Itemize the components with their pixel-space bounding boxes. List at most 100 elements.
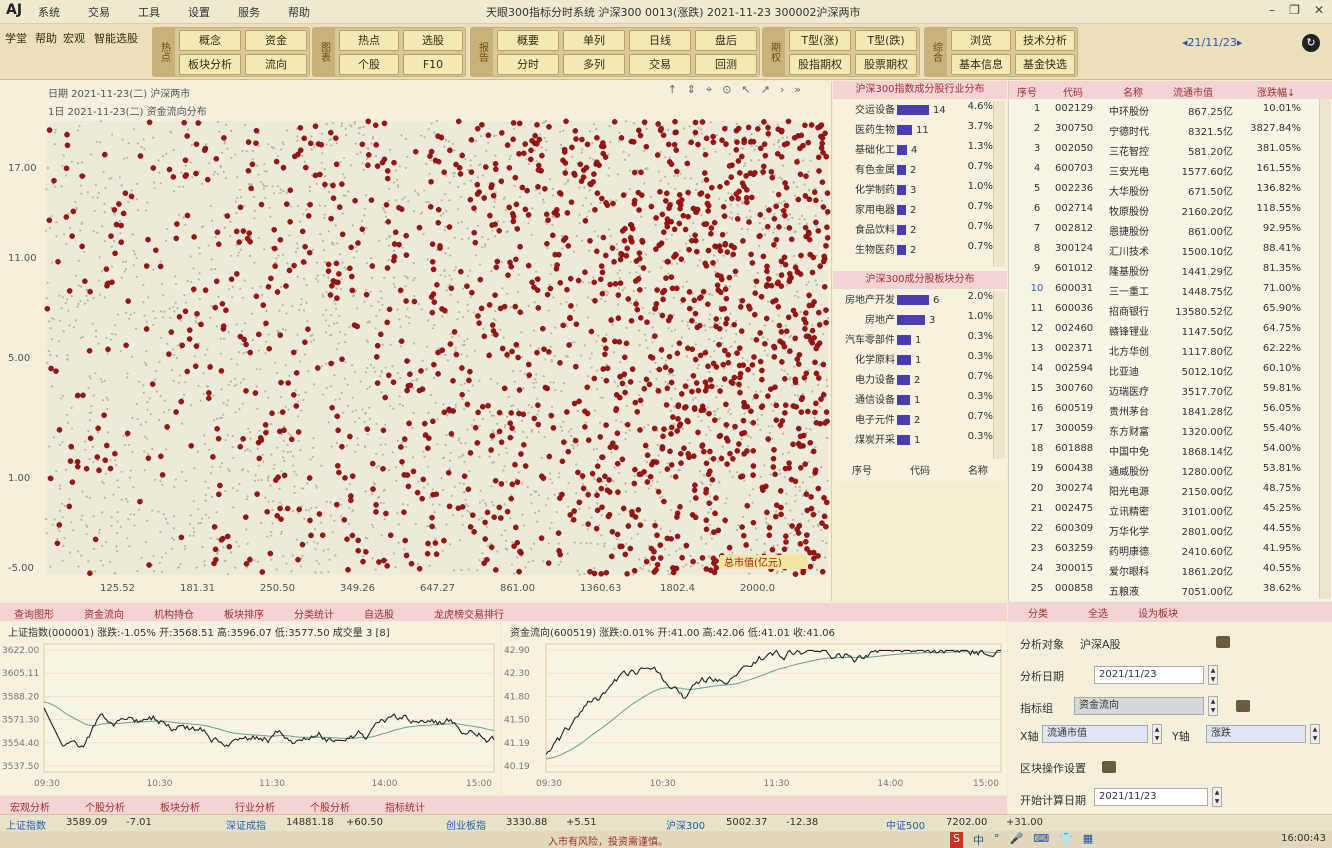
- data-dot[interactable]: [599, 504, 605, 511]
- data-dot[interactable]: [505, 272, 511, 278]
- stock-mini-chart[interactable]: 资金流向(600519) 涨跌:0.01% 开:41.00 高:42.06 低:…: [502, 622, 1007, 794]
- data-dot[interactable]: [698, 190, 705, 196]
- industry-scrollbar-2[interactable]: [993, 291, 1005, 459]
- data-dot[interactable]: [554, 212, 561, 218]
- data-dot[interactable]: [92, 536, 99, 543]
- data-dot[interactable]: [778, 511, 784, 518]
- data-dot[interactable]: [405, 483, 412, 490]
- data-dot[interactable]: [672, 129, 679, 136]
- data-dot[interactable]: [816, 321, 823, 328]
- data-dot[interactable]: [720, 204, 727, 210]
- data-dot[interactable]: [664, 220, 670, 227]
- data-dot[interactable]: [46, 127, 53, 133]
- data-dot[interactable]: [710, 360, 717, 367]
- data-dot[interactable]: [728, 174, 735, 180]
- data-dot[interactable]: [195, 120, 201, 126]
- data-dot[interactable]: [414, 489, 421, 496]
- data-dot[interactable]: [723, 295, 730, 302]
- data-dot[interactable]: [339, 356, 345, 363]
- data-dot[interactable]: [243, 388, 249, 394]
- data-dot[interactable]: [384, 168, 391, 174]
- data-dot[interactable]: [800, 569, 806, 576]
- data-dot[interactable]: [753, 393, 759, 400]
- data-dot[interactable]: [429, 309, 436, 316]
- data-dot[interactable]: [471, 528, 477, 535]
- data-dot[interactable]: [651, 425, 658, 432]
- data-dot[interactable]: [506, 204, 513, 211]
- data-dot[interactable]: [290, 392, 297, 398]
- data-dot[interactable]: [718, 455, 725, 462]
- data-dot[interactable]: [385, 218, 392, 225]
- toolbar-button-4-0[interactable]: 浏览: [951, 30, 1011, 51]
- data-dot[interactable]: [468, 137, 475, 143]
- data-dot[interactable]: [694, 206, 701, 213]
- data-dot[interactable]: [773, 203, 780, 210]
- data-dot[interactable]: [327, 129, 334, 136]
- data-dot[interactable]: [592, 207, 598, 213]
- data-dot[interactable]: [118, 222, 124, 229]
- data-dot[interactable]: [682, 383, 689, 389]
- data-dot[interactable]: [166, 166, 173, 173]
- data-dot[interactable]: [732, 268, 739, 275]
- data-dot[interactable]: [713, 564, 720, 571]
- x-axis-spinner[interactable]: ▲ ▼: [1152, 724, 1162, 744]
- data-dot[interactable]: [382, 394, 389, 401]
- data-dot[interactable]: [306, 475, 313, 481]
- data-dot[interactable]: [599, 195, 605, 202]
- col-pct[interactable]: 涨跌幅↓: [1257, 84, 1295, 99]
- data-dot[interactable]: [622, 354, 628, 361]
- data-dot[interactable]: [332, 135, 339, 141]
- data-dot[interactable]: [363, 549, 369, 555]
- data-dot[interactable]: [597, 434, 604, 440]
- data-dot[interactable]: [598, 263, 605, 269]
- data-dot[interactable]: [673, 147, 680, 153]
- data-dot[interactable]: [695, 387, 702, 394]
- data-dot[interactable]: [610, 200, 616, 207]
- data-dot[interactable]: [699, 443, 705, 449]
- ticker-name[interactable]: 中证500: [886, 817, 925, 832]
- data-dot[interactable]: [821, 513, 828, 520]
- bottom-tab-5[interactable]: 自选股: [364, 606, 394, 621]
- data-dot[interactable]: [63, 165, 70, 172]
- data-dot[interactable]: [649, 461, 655, 468]
- data-dot[interactable]: [286, 267, 293, 274]
- data-dot[interactable]: [803, 310, 809, 316]
- data-dot[interactable]: [820, 361, 827, 368]
- ime-icon-0[interactable]: S: [950, 832, 963, 848]
- data-dot[interactable]: [300, 259, 307, 265]
- data-dot[interactable]: [757, 358, 764, 365]
- data-dot[interactable]: [821, 253, 828, 260]
- ime-icon-1[interactable]: 中: [973, 832, 984, 848]
- data-dot[interactable]: [677, 205, 683, 212]
- data-dot[interactable]: [469, 512, 476, 519]
- data-dot[interactable]: [568, 199, 575, 205]
- data-dot[interactable]: [86, 347, 93, 354]
- data-dot[interactable]: [66, 288, 73, 294]
- data-dot[interactable]: [516, 151, 522, 157]
- data-dot[interactable]: [481, 333, 488, 340]
- data-dot[interactable]: [461, 473, 468, 480]
- data-dot[interactable]: [571, 400, 578, 407]
- data-dot[interactable]: [745, 124, 752, 131]
- data-dot[interactable]: [433, 491, 440, 498]
- data-dot[interactable]: [181, 119, 187, 126]
- data-dot[interactable]: [796, 425, 802, 432]
- data-dot[interactable]: [741, 532, 747, 539]
- data-dot[interactable]: [112, 450, 118, 457]
- data-dot[interactable]: [685, 450, 692, 457]
- data-dot[interactable]: [316, 511, 323, 517]
- data-dot[interactable]: [711, 219, 718, 226]
- toolbar-button-1-2[interactable]: 个股: [339, 54, 399, 75]
- data-dot[interactable]: [762, 152, 769, 159]
- data-dot[interactable]: [281, 472, 288, 479]
- data-dot[interactable]: [535, 184, 541, 190]
- data-dot[interactable]: [206, 390, 212, 396]
- data-dot[interactable]: [707, 376, 714, 383]
- data-dot[interactable]: [702, 387, 709, 394]
- data-dot[interactable]: [678, 256, 685, 262]
- data-dot[interactable]: [103, 266, 110, 272]
- data-dot[interactable]: [599, 454, 605, 461]
- toolbar-button-1-0[interactable]: 热点: [339, 30, 399, 51]
- data-dot[interactable]: [660, 296, 666, 303]
- data-dot[interactable]: [599, 269, 606, 276]
